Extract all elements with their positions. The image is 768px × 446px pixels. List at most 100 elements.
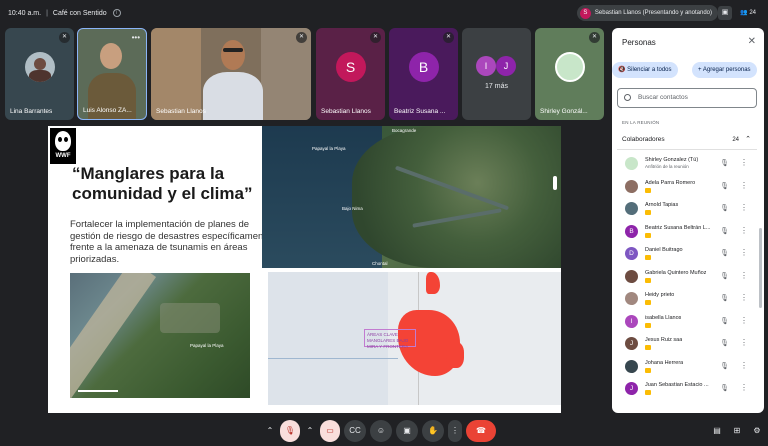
list-item[interactable]: Arnold Tapias 🎙 ⋮ — [612, 197, 764, 220]
tag-badge — [645, 300, 651, 305]
more-options-icon[interactable]: ⋮ — [740, 158, 748, 167]
mute-all-label: Silenciar a todos — [627, 67, 672, 73]
list-item[interactable]: J Juan Sebastian Estacio ... 🎙 ⋮ — [612, 377, 764, 400]
mic-off-icon[interactable]: 🎙 — [720, 317, 729, 325]
mic-toggle-button[interactable]: 🎙 — [280, 420, 300, 442]
person-name: Gabriela Quintero Muñoz — [645, 269, 707, 276]
add-person-icon: + — [698, 67, 702, 73]
tile-name: Beatriz Susana ... — [394, 108, 446, 115]
tag-badge — [645, 345, 651, 350]
map-label-bocagrande: Bocagrande — [392, 128, 417, 133]
more-options-icon[interactable]: ⋮ — [740, 338, 748, 347]
participant-count[interactable]: 👥 24 — [736, 6, 760, 20]
more-options-icon[interactable]: ⋮ — [740, 203, 748, 212]
list-item[interactable]: Adela Parra Romero 🎙 ⋮ — [612, 175, 764, 198]
person-name: Heidy prieto — [645, 292, 675, 298]
mic-off-icon[interactable]: 🎙 — [720, 272, 729, 280]
map-label-bajonima: Bajo Nima — [342, 206, 363, 211]
tile-sebastian-video[interactable]: ✕ Sebastian Llanos — [151, 28, 311, 120]
list-item[interactable]: B Beatriz Susana Beltrán L... 🎙 ⋮ — [612, 220, 764, 243]
presenter-chip[interactable]: S Sebastian Llanos (Presentando y anotan… — [576, 5, 718, 21]
list-item[interactable]: Heidy prieto 🎙 ⋮ — [612, 287, 764, 310]
apps-icon[interactable]: ⊞ — [730, 424, 744, 438]
mic-off-icon: ✕ — [59, 32, 70, 43]
mute-all-button[interactable]: 🔇 Silenciar a todos — [612, 62, 678, 78]
call-controls: ⌃ 🎙 ⌃ ▭ CC ☺ ▣ ✋ ⋮ ☎ — [264, 420, 496, 442]
mic-off-icon[interactable]: 🎙 — [720, 227, 729, 235]
person-name: Arnold Tapias — [645, 202, 679, 208]
participant-count-text: 24 — [749, 10, 756, 16]
people-list: Shirley Gonzalez (Tú) Anfitrión de la re… — [612, 152, 764, 400]
mic-off-icon[interactable]: 🎙 — [720, 362, 729, 370]
mic-off-icon[interactable]: 🎙 — [720, 294, 729, 302]
people-icon: 👥 — [740, 10, 748, 16]
chat-icon[interactable]: ▤ — [710, 424, 724, 438]
more-people-label: 17 más — [485, 83, 508, 90]
list-item[interactable]: I isabella Llanos 🎙 ⋮ — [612, 310, 764, 333]
presentation-slide[interactable]: WWF “Manglares para la comunidad y el cl… — [48, 126, 561, 413]
avatar: J — [625, 337, 638, 350]
person-name: isabella Llanos — [645, 314, 682, 321]
aerial-label: Papayal la Playa — [190, 343, 224, 348]
avatar — [625, 292, 638, 305]
more-options-icon[interactable]: ⋮ — [740, 316, 748, 325]
tile-name: Shirley Gonzál... — [540, 108, 588, 115]
tile-lina[interactable]: ✕ Lina Barrantes — [5, 28, 74, 120]
scrollbar[interactable] — [759, 228, 762, 308]
present-button[interactable]: ▣ — [396, 420, 418, 442]
participant-tiles: ✕ Lina Barrantes ••• Luis Alonso ZA... ✕… — [5, 28, 610, 120]
mic-off-icon[interactable]: 🎙 — [720, 204, 729, 212]
list-item[interactable]: D Daniel Buitrago 🎙 ⋮ — [612, 242, 764, 265]
more-options-icon[interactable]: ⋮ — [740, 248, 748, 257]
mic-off-icon[interactable]: 🎙 — [720, 182, 729, 190]
tag-badge — [645, 232, 651, 238]
more-options-icon[interactable]: ⋮ — [740, 271, 748, 280]
more-options-icon[interactable]: ⋮ — [740, 181, 748, 190]
meeting-name: Café con Sentido — [52, 9, 107, 17]
lock-icon[interactable]: ⚙ — [750, 424, 764, 438]
more-options-icon[interactable]: ⋮ — [740, 361, 748, 370]
leave-call-button[interactable]: ☎ — [466, 420, 496, 442]
tile-name: Luis Alonso ZA... — [83, 107, 132, 114]
panel-title: Personas — [622, 38, 656, 47]
avatar-j: J — [496, 56, 516, 76]
tile-more-people[interactable]: I J 17 más — [462, 28, 531, 120]
add-people-button[interactable]: + Agregar personas — [692, 62, 757, 78]
tile-luis[interactable]: ••• Luis Alonso ZA... — [77, 28, 147, 120]
slide-body: Fortalecer la implementación de planes d… — [70, 219, 272, 265]
raise-hand-button[interactable]: ✋ — [422, 420, 444, 442]
tile-shirley[interactable]: ✕ Shirley Gonzál... — [535, 28, 604, 120]
tag-badge — [645, 277, 651, 283]
list-item[interactable]: Shirley Gonzalez (Tú) Anfitrión de la re… — [612, 152, 764, 175]
search-input[interactable]: Buscar contactos — [617, 88, 757, 108]
mic-off-icon: ✕ — [589, 32, 600, 43]
camera-toggle-button[interactable]: ▭ — [320, 420, 340, 442]
captions-button[interactable]: CC — [344, 420, 366, 442]
tag-badge — [645, 322, 651, 328]
chevron-up-icon[interactable]: ⌃ — [745, 130, 751, 150]
tile-beatriz[interactable]: B ✕ Beatriz Susana ... — [389, 28, 458, 120]
more-options-icon[interactable]: ⋮ — [740, 226, 748, 235]
presenter-label: Sebastian Llanos (Presentando y anotando… — [594, 10, 712, 16]
list-item[interactable]: Gabriela Quintero Muñoz 🎙 ⋮ — [612, 265, 764, 288]
mic-off-icon[interactable]: 🎙 — [720, 159, 729, 167]
emoji-button[interactable]: ☺ — [370, 420, 392, 442]
close-icon[interactable]: ✕ — [748, 36, 756, 47]
collaborators-group[interactable]: Colaboradores 24 ⌃ — [617, 130, 757, 150]
tile-sebastian[interactable]: S ✕ Sebastian Llanos — [316, 28, 385, 120]
more-options-icon[interactable]: ⋮ — [740, 383, 748, 392]
mic-options-chevron-icon[interactable]: ⌃ — [264, 420, 276, 442]
mic-off-icon[interactable]: 🎙 — [720, 249, 729, 257]
info-icon[interactable]: i — [112, 9, 121, 17]
more-options-icon[interactable]: ••• — [132, 33, 140, 42]
camera-options-chevron-icon[interactable]: ⌃ — [304, 420, 316, 442]
more-options-button[interactable]: ⋮ — [448, 420, 462, 442]
list-item[interactable]: J Jesus Ruiz saa 🎙 ⋮ — [612, 332, 764, 355]
more-options-icon[interactable]: ⋮ — [740, 293, 748, 302]
list-item[interactable]: Johana Herrera 🎙 ⋮ — [612, 355, 764, 378]
mic-off-icon[interactable]: 🎙 — [720, 384, 729, 392]
present-screen-icon[interactable]: ▣ — [718, 6, 732, 20]
areas-label-box: ÁREAS CLAVE MANGLARES BAJO MIRA Y FRONTE… — [364, 329, 416, 349]
mic-off-icon: ✕ — [296, 32, 307, 43]
mic-off-icon[interactable]: 🎙 — [720, 339, 729, 347]
